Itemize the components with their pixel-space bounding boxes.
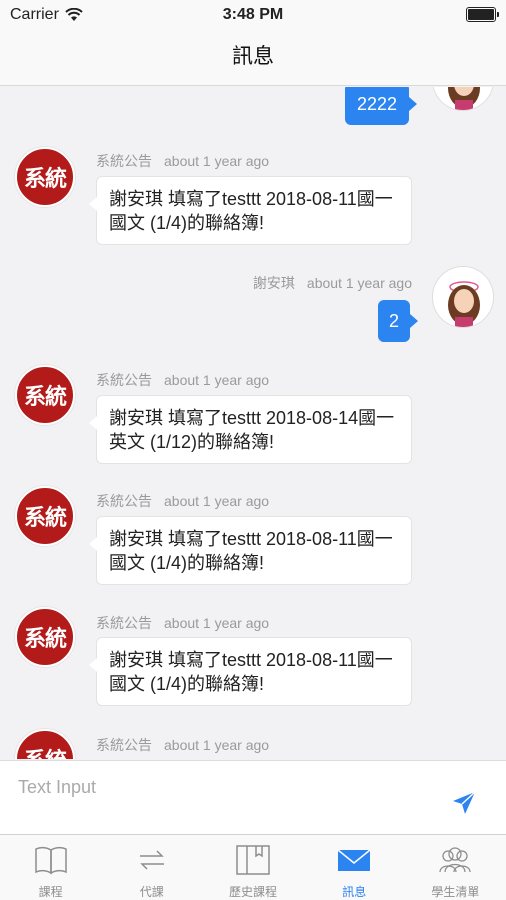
mail-icon [337,849,371,871]
tab-label: 學生清單 [431,885,480,899]
tab-history-courses[interactable]: 歷史課程 [202,835,303,900]
system-message-bubble[interactable]: 謝安琪 填寫了testtt 2018-08-11國一 國文 (1/4)的聯絡簿! [89,637,412,706]
message-meta: 系統公告 about 1 year ago [96,735,269,755]
tab-bar: 課程 代課 歷史課程 訊息 學生清單 [0,834,506,900]
page-title: 訊息 [232,45,274,68]
system-message-bubble[interactable]: 謝安琪 填寫了testtt 2018-08-11國一 國文 (1/4)的聯絡簿! [89,176,412,245]
people-icon [439,847,472,873]
user-message-bubble[interactable]: 2 [378,300,418,342]
message-time: about 1 year ago [164,493,270,509]
swap-icon [139,850,164,870]
message-meta: 系統公告 about 1 year ago [96,370,269,390]
message-time: about 1 year ago [164,615,270,631]
system-avatar[interactable]: 系統 [15,486,75,546]
tab-label: 歷史課程 [229,885,278,899]
send-icon[interactable] [450,789,478,817]
system-avatar[interactable]: 系統 [15,365,75,425]
message-meta: 系統公告 about 1 year ago [96,491,269,511]
tab-messages[interactable]: 訊息 [304,835,405,900]
system-message-bubble[interactable]: 謝安琪 填寫了testtt 2018-08-11國一 國文 (1/4)的聯絡簿! [89,516,412,585]
user-avatar[interactable] [432,87,494,111]
tab-student-list[interactable]: 學生清單 [405,835,506,900]
tab-courses[interactable]: 課程 [0,835,101,900]
message-meta: 謝安琪 about 1 year ago [253,273,412,293]
navigation-bar: 訊息 [0,32,506,86]
system-avatar[interactable]: 系統 [15,607,75,667]
message-meta: 系統公告 about 1 year ago [96,613,269,633]
sender-name: 系統公告 [96,615,152,631]
user-avatar-image [433,87,493,110]
sender-name: 系統公告 [96,372,152,388]
system-avatar[interactable]: 系統 [15,729,75,759]
message-time: about 1 year ago [164,372,270,388]
history-book-icon [236,845,270,875]
clock: 3:48 PM [222,6,284,23]
book-icon [34,846,67,875]
user-avatar-image [433,267,493,327]
composer: Text Input [0,760,506,834]
message-input[interactable]: Text Input [18,777,96,798]
sender-name: 系統公告 [96,493,152,509]
status-bar: Carrier 3:48 PM [0,0,506,32]
user-avatar[interactable] [432,266,494,328]
battery-icon [466,7,499,22]
system-avatar[interactable]: 系統 [15,147,75,207]
message-list[interactable]: 2222 系統 系統公告 about 1 year ago 謝安琪 填寫了test… [0,87,506,759]
tab-label: 代課 [139,885,164,899]
sender-name: 系統公告 [96,737,152,753]
user-message-bubble[interactable]: 2222 [345,87,417,125]
sender-name: 系統公告 [96,153,152,169]
tab-label: 訊息 [342,885,367,899]
message-time: about 1 year ago [164,153,270,169]
message-time: about 1 year ago [164,737,270,753]
system-message-bubble[interactable]: 謝安琪 填寫了testtt 2018-08-14國一 英文 (1/12)的聯絡簿… [89,395,412,464]
sender-name: 謝安琪 [252,275,295,291]
message-meta: 系統公告 about 1 year ago [96,151,269,171]
message-time: about 1 year ago [306,275,412,291]
tab-label: 課程 [38,885,63,899]
tab-substitute[interactable]: 代課 [101,835,202,900]
